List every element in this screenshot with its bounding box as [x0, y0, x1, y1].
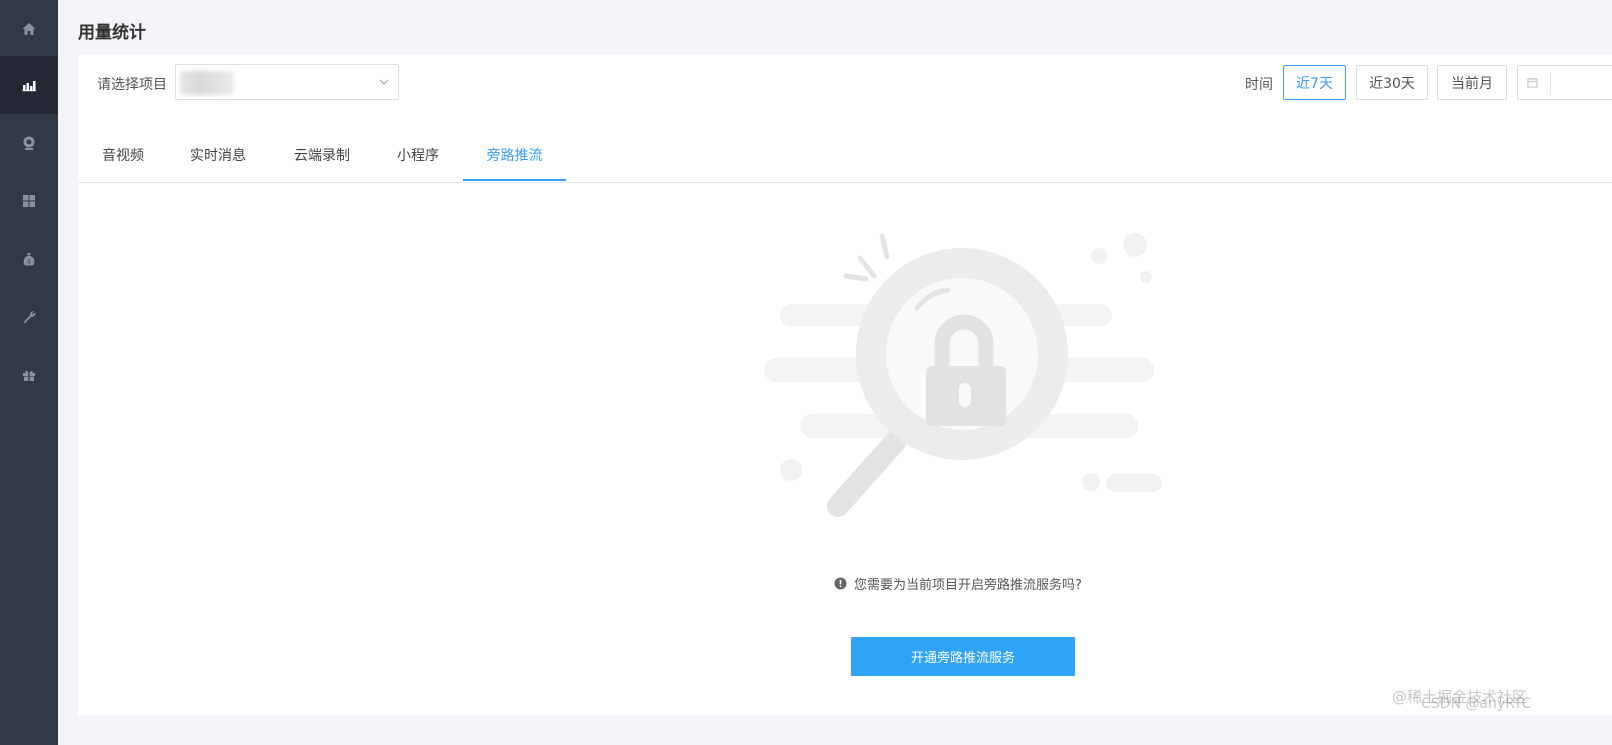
calendar-icon	[1527, 77, 1538, 88]
project-select[interactable]	[175, 64, 399, 100]
range-button-30-days[interactable]: 近30天	[1356, 65, 1428, 100]
wrench-icon	[23, 311, 36, 324]
tab-realtime-message[interactable]: 实时消息	[168, 127, 268, 183]
main-panel: 请选择项目 时间 近7天 近30天 当前月 音视频 实时消息 云端录制 小程序 …	[78, 55, 1612, 715]
sidebar-item-billing[interactable]: $	[0, 230, 58, 288]
range-button-7-days[interactable]: 近7天	[1283, 65, 1346, 100]
magnifier-lock-icon	[764, 233, 1162, 517]
range-button-current-month[interactable]: 当前月	[1437, 65, 1507, 100]
date-range-picker[interactable]	[1517, 65, 1612, 100]
time-range-label: 时间	[1245, 77, 1273, 93]
project-select-label: 请选择项目	[97, 77, 167, 93]
money-bag-icon: $	[23, 253, 35, 266]
sidebar: $	[0, 0, 58, 745]
sidebar-item-usage[interactable]	[0, 56, 58, 114]
sidebar-item-apps[interactable]	[0, 172, 58, 230]
tab-audio-video[interactable]: 音视频	[78, 127, 168, 183]
active-tab-indicator	[463, 179, 566, 181]
sidebar-item-gift[interactable]	[0, 346, 58, 404]
gift-icon	[23, 370, 35, 381]
sidebar-item-camera[interactable]	[0, 114, 58, 172]
home-icon	[22, 23, 36, 35]
tab-bypass-streaming[interactable]: 旁路推流	[463, 127, 566, 183]
sidebar-item-tools[interactable]	[0, 288, 58, 346]
project-select-value-redacted	[180, 71, 234, 95]
enable-bypass-streaming-button[interactable]: 开通旁路推流服务	[851, 637, 1075, 676]
empty-state-message: 您需要为当前项目开启旁路推流服务吗?	[854, 578, 1082, 593]
bar-chart-icon	[22, 81, 36, 92]
info-icon	[834, 577, 847, 590]
page-title: 用量统计	[78, 23, 146, 43]
webcam-icon	[23, 136, 35, 150]
sidebar-item-home[interactable]	[0, 0, 58, 58]
svg-text:$: $	[27, 259, 31, 266]
usage-tabs: 音视频 实时消息 云端录制 小程序 旁路推流	[78, 127, 1612, 183]
tab-cloud-recording[interactable]: 云端录制	[268, 127, 376, 183]
watermark-csdn: CSDN @anyRTC	[1421, 696, 1532, 712]
date-range-separator	[1550, 72, 1551, 94]
tab-mini-program[interactable]: 小程序	[376, 127, 460, 183]
empty-state-notice: 您需要为当前项目开启旁路推流服务吗?	[834, 574, 1082, 593]
chevron-down-icon	[379, 79, 389, 85]
grid-icon	[23, 195, 35, 207]
